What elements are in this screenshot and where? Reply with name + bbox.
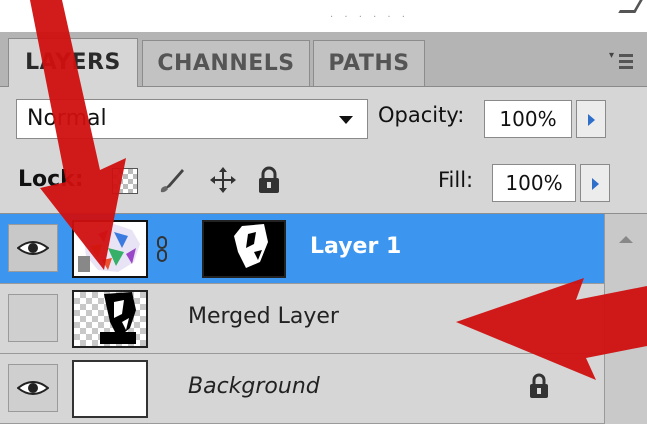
lock-label: Lock:: [18, 167, 84, 192]
layers-panel: · · · · · · LAYERS CHANNELS PATHS ▾ Norm…: [0, 0, 647, 424]
eye-icon: [17, 241, 49, 255]
transparency-icon[interactable]: [112, 168, 138, 194]
visibility-toggle[interactable]: [8, 224, 58, 272]
layer-thumbnail[interactable]: [72, 220, 148, 278]
opacity-field[interactable]: 100%: [484, 100, 572, 138]
layer-row-merged-layer[interactable]: Merged Layer: [0, 284, 604, 354]
blend-mode-value: Normal: [27, 106, 107, 131]
layer-thumbnail[interactable]: [72, 360, 148, 418]
corner-decoration: [618, 0, 643, 13]
fill-label: Fill:: [438, 168, 474, 192]
scroll-up-icon[interactable]: [619, 236, 633, 243]
fill-slider-button[interactable]: [580, 164, 610, 202]
brush-icon[interactable]: [158, 165, 186, 195]
layer-name: Layer 1: [310, 234, 402, 259]
opacity-slider-button[interactable]: [576, 100, 606, 138]
arrow-right-icon: [588, 114, 595, 126]
tab-bar: LAYERS CHANNELS PATHS ▾: [0, 32, 647, 87]
layer-mask-thumbnail[interactable]: [202, 220, 286, 278]
eye-icon: [17, 381, 49, 395]
lock-icon[interactable]: [256, 165, 284, 195]
layer-list-scrollbar[interactable]: [604, 214, 647, 424]
fill-field[interactable]: 100%: [492, 164, 576, 202]
opacity-label: Opacity:: [378, 103, 465, 127]
blend-mode-select[interactable]: Normal: [16, 99, 368, 139]
tab-layers[interactable]: LAYERS: [8, 38, 138, 87]
arrow-right-icon: [592, 178, 599, 190]
move-icon[interactable]: [208, 165, 236, 195]
tab-paths[interactable]: PATHS: [313, 40, 425, 86]
visibility-toggle[interactable]: [8, 294, 58, 342]
tab-channels[interactable]: CHANNELS: [142, 40, 310, 86]
layer-name: Merged Layer: [188, 304, 339, 329]
chain-link-icon[interactable]: [156, 236, 168, 262]
visibility-toggle[interactable]: [8, 364, 58, 412]
top-decoration: · · · · · ·: [330, 12, 409, 23]
layer-name: Background: [188, 374, 320, 399]
dropdown-arrow-icon[interactable]: [339, 116, 353, 124]
layer-thumbnail[interactable]: [72, 290, 148, 348]
panel-menu-icon[interactable]: ▾: [609, 50, 633, 72]
layer-row-background[interactable]: Background: [0, 354, 604, 424]
blend-row: Normal Opacity: 100%: [0, 87, 647, 151]
layer-row-layer-1[interactable]: Layer 1: [0, 214, 604, 284]
layer-list: Layer 1 Merged Layer Background: [0, 214, 604, 424]
top-strip: · · · · · ·: [0, 0, 647, 32]
lock-row: Lock: Fill: 100%: [0, 151, 647, 214]
lock-icon: [528, 372, 550, 400]
